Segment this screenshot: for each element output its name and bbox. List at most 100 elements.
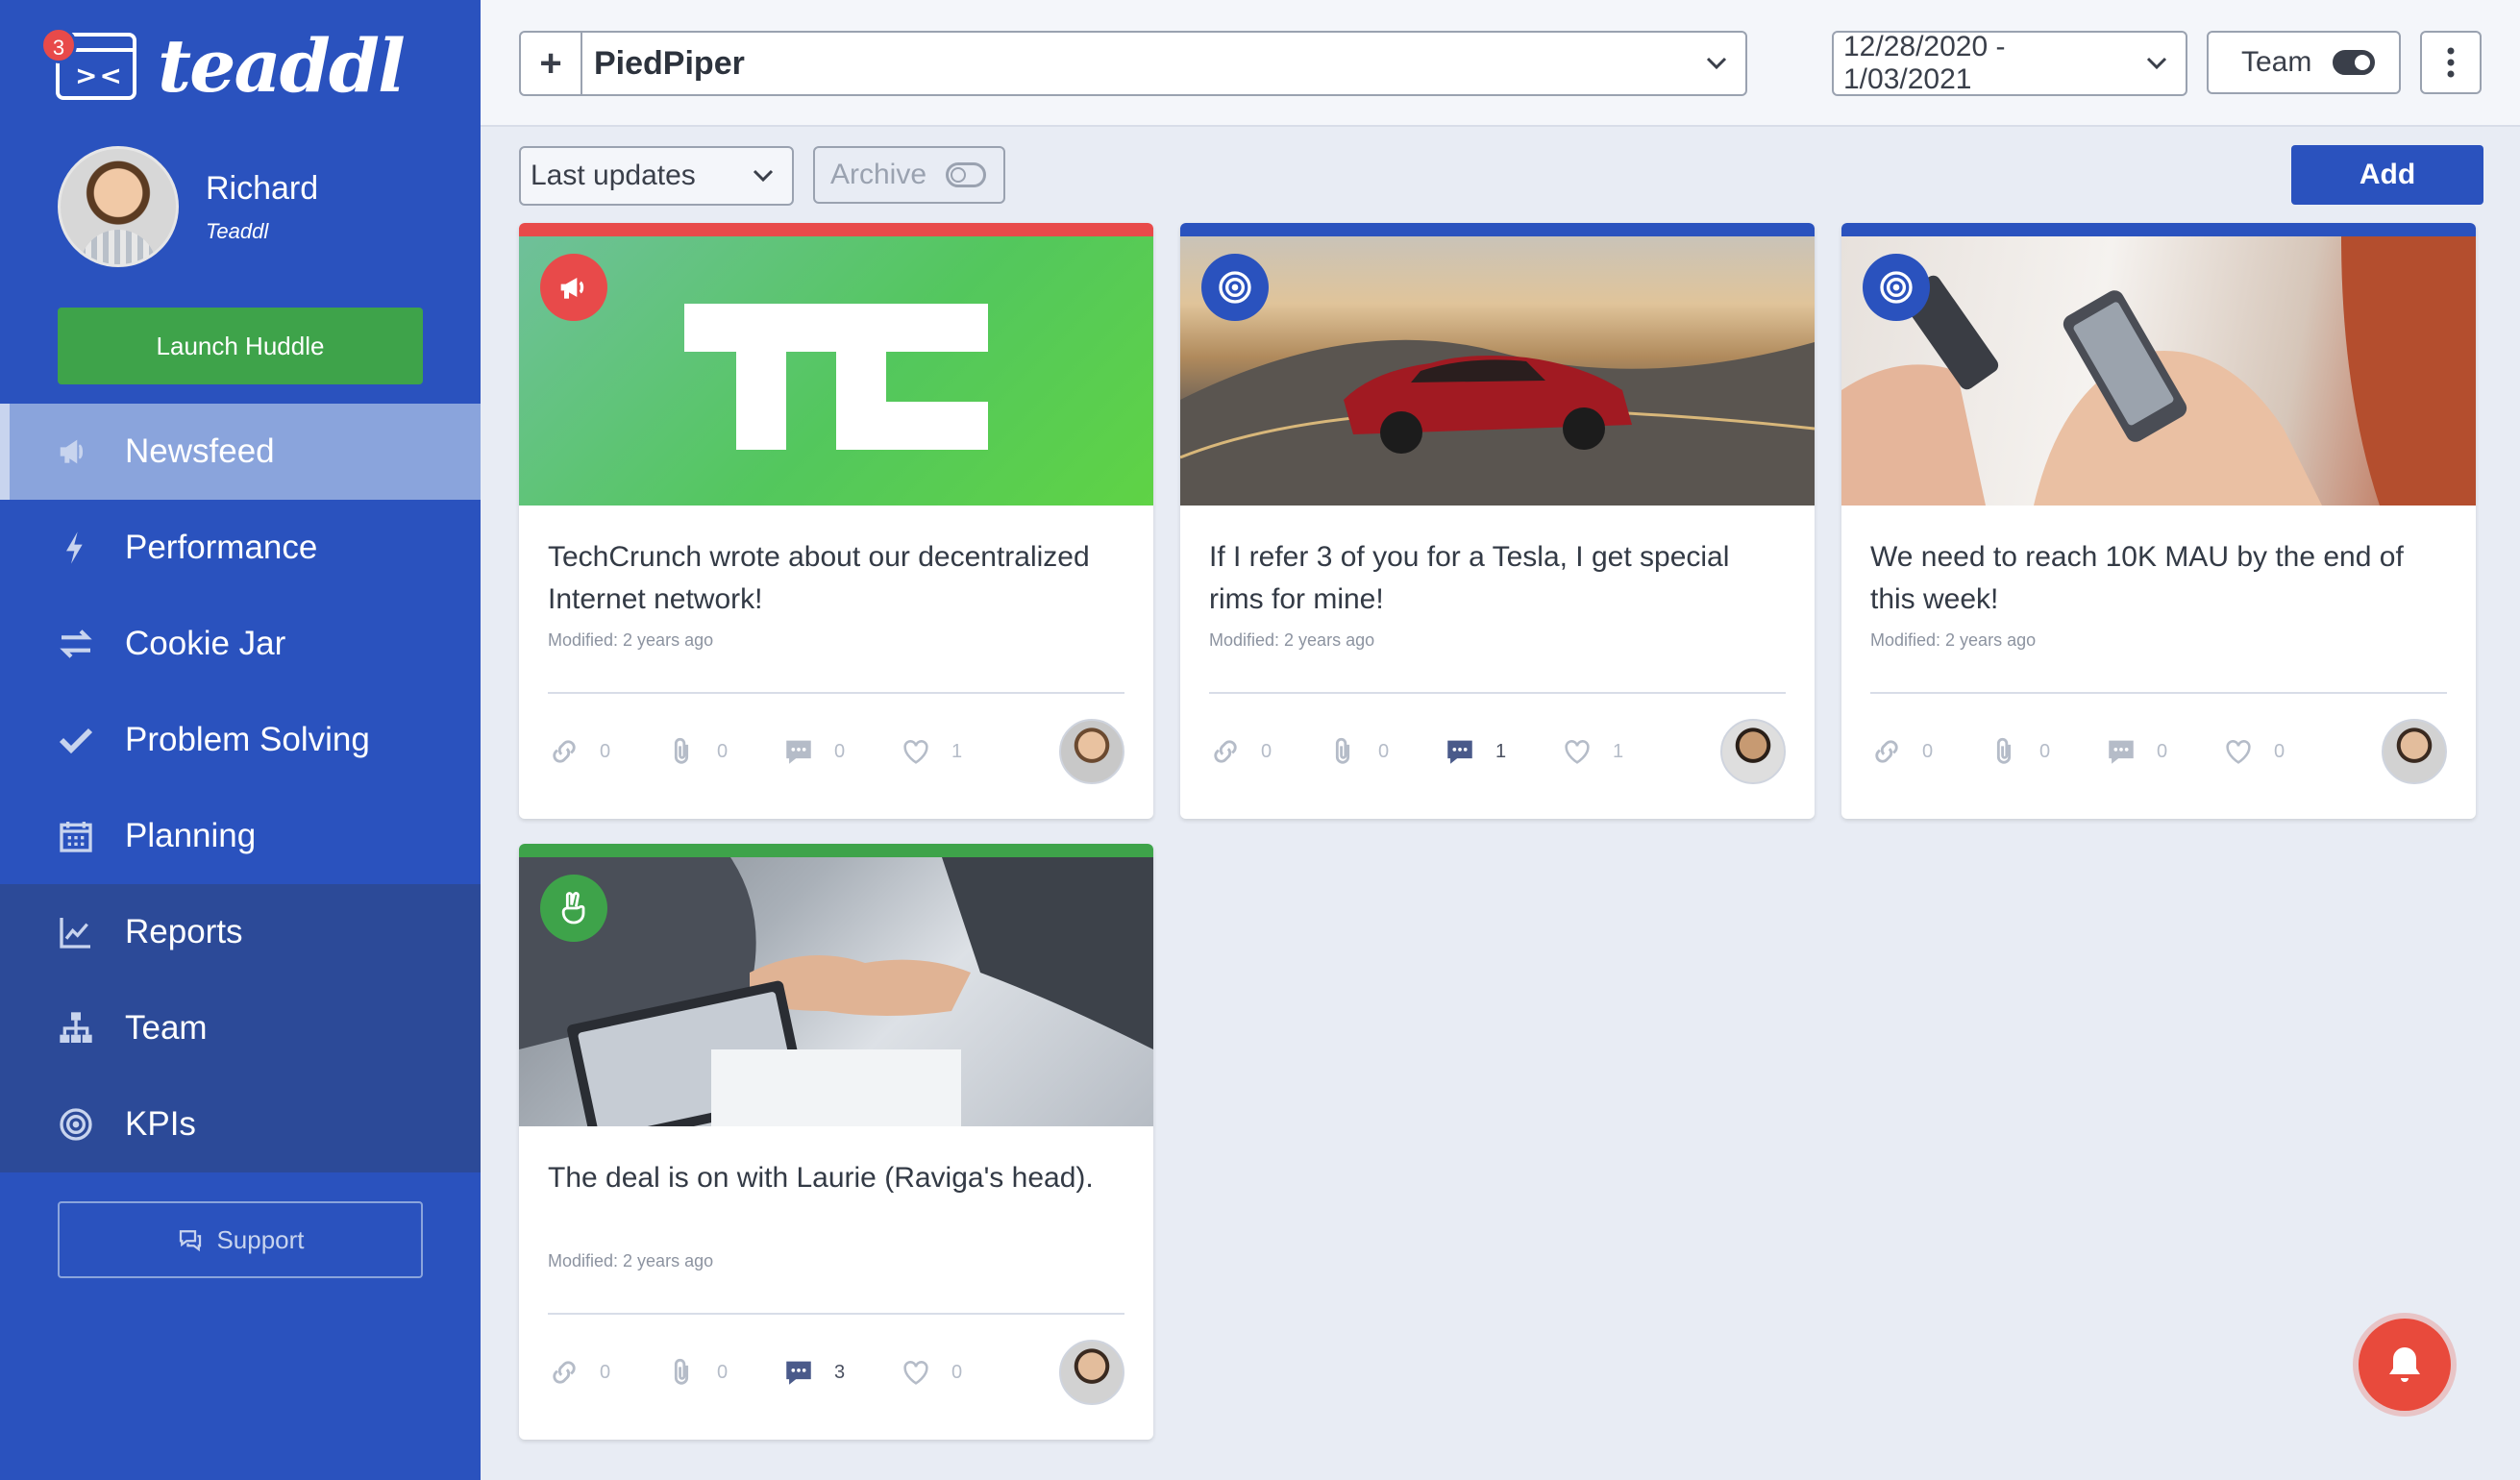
- avatar[interactable]: [1720, 719, 1786, 784]
- logo-mark-icon: >< 3: [40, 27, 136, 100]
- comment-icon: [786, 1361, 811, 1385]
- target-icon: [56, 1104, 96, 1145]
- links-count[interactable]: 0: [1209, 735, 1326, 768]
- sidebar-item-label: KPIs: [125, 1105, 196, 1143]
- avatar[interactable]: [1059, 1340, 1124, 1405]
- card-title[interactable]: We need to reach 10K MAU by the end of t…: [1841, 506, 2476, 625]
- chevron-down-icon: [1697, 44, 1736, 83]
- archive-toggle[interactable]: Archive: [813, 146, 1005, 204]
- sidebar-item-label: Cookie Jar: [125, 625, 286, 662]
- link-icon: [1214, 740, 1237, 763]
- add-project-button[interactable]: +: [521, 33, 582, 94]
- news-card[interactable]: If I refer 3 of you for a Tesla, I get s…: [1180, 223, 1815, 819]
- comments-count[interactable]: 0: [782, 735, 900, 768]
- divider: [1209, 692, 1786, 694]
- heart-icon: [2226, 740, 2251, 764]
- sidebar-item-kpis[interactable]: KPIs: [0, 1076, 481, 1172]
- sort-select[interactable]: Last updates: [519, 146, 794, 206]
- team-toggle-label: Team: [2241, 46, 2312, 78]
- user-name: Richard: [206, 169, 319, 207]
- card-strip: [519, 223, 1153, 236]
- news-card[interactable]: TechCrunch wrote about our decentralized…: [519, 223, 1153, 819]
- support-label: Support: [216, 1224, 305, 1254]
- card-footer: 0 0 0 0: [1870, 713, 2447, 790]
- card-title[interactable]: TechCrunch wrote about our decentralized…: [519, 506, 1153, 625]
- card-image: [519, 857, 1153, 1126]
- likes-count[interactable]: 1: [1561, 735, 1678, 768]
- attachments-count[interactable]: 0: [665, 735, 782, 768]
- sidebar-item-team[interactable]: Team: [0, 980, 481, 1076]
- bell-icon: [2389, 1347, 2420, 1382]
- check-icon: [56, 720, 96, 760]
- sort-value: Last updates: [531, 160, 696, 191]
- comment-icon: [786, 740, 811, 764]
- notification-badge: 3: [40, 27, 77, 63]
- user-profile[interactable]: Richard Teaddl: [58, 146, 318, 267]
- sidebar-item-performance[interactable]: Performance: [0, 500, 481, 596]
- toggle-switch-off[interactable]: [946, 162, 987, 187]
- comments-count[interactable]: 0: [2105, 735, 2222, 768]
- comments-count[interactable]: 1: [1444, 735, 1561, 768]
- attachments-count[interactable]: 0: [1988, 735, 2105, 768]
- org-chart-icon: [56, 1008, 96, 1048]
- launch-huddle-button[interactable]: Launch Huddle: [58, 308, 423, 384]
- team-toggle[interactable]: Team: [2207, 31, 2401, 94]
- notifications-button[interactable]: [2359, 1319, 2451, 1411]
- likes-count[interactable]: 0: [900, 1356, 1017, 1389]
- avatar[interactable]: [1059, 719, 1124, 784]
- comments-count[interactable]: 3: [782, 1356, 900, 1389]
- sidebar-item-problem-solving[interactable]: Problem Solving: [0, 692, 481, 788]
- logo-text: teaddl: [158, 23, 406, 109]
- sidebar-item-label: Reports: [125, 913, 243, 950]
- avatar[interactable]: [58, 146, 179, 267]
- more-options-button[interactable]: [2420, 31, 2482, 94]
- paperclip-icon: [1996, 737, 2012, 764]
- divider: [1870, 692, 2447, 694]
- archive-label: Archive: [830, 159, 927, 190]
- links-count[interactable]: 0: [548, 1356, 665, 1389]
- heart-icon: [1565, 740, 1590, 764]
- sidebar-item-reports[interactable]: Reports: [0, 884, 481, 980]
- support-button[interactable]: Support: [58, 1201, 423, 1278]
- add-button[interactable]: Add: [2291, 145, 2483, 205]
- news-card[interactable]: We need to reach 10K MAU by the end of t…: [1841, 223, 2476, 819]
- links-count[interactable]: 0: [548, 735, 665, 768]
- card-image: [1841, 236, 2476, 506]
- card-title[interactable]: The deal is on with Laurie (Raviga's hea…: [519, 1126, 1153, 1246]
- links-count[interactable]: 0: [1870, 735, 1988, 768]
- link-icon: [553, 1361, 576, 1384]
- card-strip: [519, 844, 1153, 857]
- attachments-count[interactable]: 0: [1326, 735, 1444, 768]
- paperclip-icon: [674, 737, 689, 764]
- app-logo[interactable]: >< 3 teaddl: [40, 23, 406, 109]
- card-footer: 0 0 1 1: [1209, 713, 1786, 790]
- card-footer: 0 0 3 0: [548, 1334, 1124, 1411]
- attachments-count[interactable]: 0: [665, 1356, 782, 1389]
- chat-icon: [180, 1230, 202, 1252]
- sidebar-item-cookie-jar[interactable]: Cookie Jar: [0, 596, 481, 692]
- link-icon: [553, 740, 576, 763]
- likes-count[interactable]: 1: [900, 735, 1017, 768]
- sidebar-nav: Newsfeed Performance Cookie Jar Problem …: [0, 404, 481, 1172]
- likes-count[interactable]: 0: [2222, 735, 2339, 768]
- news-card[interactable]: The deal is on with Laurie (Raviga's hea…: [519, 844, 1153, 1440]
- victory-hand-icon: [540, 875, 607, 942]
- toggle-switch-on[interactable]: [2333, 50, 2376, 75]
- project-select[interactable]: + PiedPiper: [519, 31, 1747, 96]
- link-icon: [1875, 740, 1898, 763]
- card-title[interactable]: If I refer 3 of you for a Tesla, I get s…: [1180, 506, 1815, 625]
- sidebar-item-label: Performance: [125, 529, 318, 566]
- comment-icon: [1447, 740, 1472, 764]
- sidebar-item-newsfeed[interactable]: Newsfeed: [0, 404, 481, 500]
- megaphone-icon: [56, 432, 96, 472]
- sidebar-item-planning[interactable]: Planning: [0, 788, 481, 884]
- card-modified: Modified: 2 years ago: [1209, 630, 1375, 650]
- date-range-select[interactable]: 12/28/2020 - 1/03/2021: [1832, 31, 2187, 96]
- avatar[interactable]: [2382, 719, 2447, 784]
- tesla-car-photo: [1180, 339, 1815, 506]
- card-strip: [1180, 223, 1815, 236]
- techcrunch-logo: [684, 304, 988, 450]
- chart-line-icon: [56, 912, 96, 952]
- handshake-photo: [519, 857, 1153, 1126]
- sidebar-item-label: Planning: [125, 817, 257, 854]
